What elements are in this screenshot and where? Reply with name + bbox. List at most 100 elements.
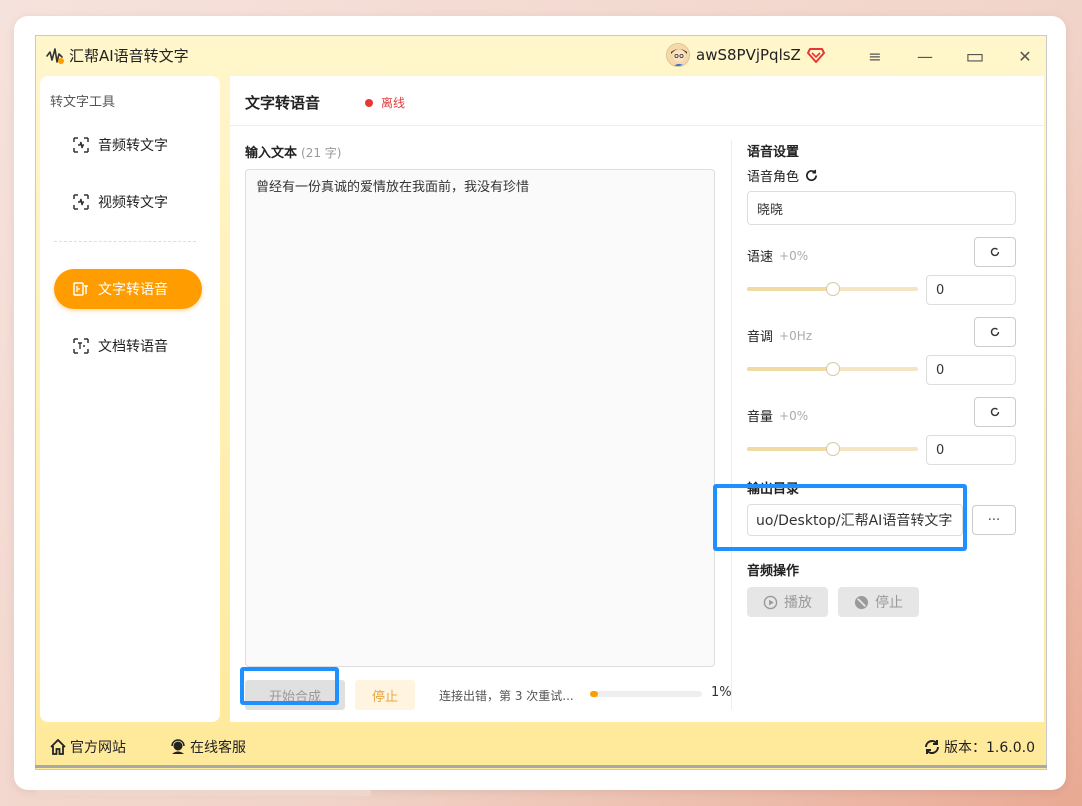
speed-hint: +0% [779,248,809,263]
pitch-slider-thumb[interactable] [825,362,840,376]
speed-value-input[interactable]: 0 [926,275,1016,305]
window-bottom-edge [35,765,1047,768]
user-info[interactable]: awS8PVjPqlsZ [666,43,825,67]
stop-icon [854,595,869,609]
audio-to-text-icon [73,137,89,153]
audio-stop-label: 停止 [875,595,903,611]
speed-slider-fill [747,287,833,291]
progress-status-text: 连接出错，第 3 次重试... [439,689,574,703]
output-dir-input[interactable]: uo/Desktop/汇帮AI语音转文字 [747,504,963,536]
online-support-label: 在线客服 [190,740,246,756]
avatar[interactable] [666,43,690,67]
official-website-label: 官方网站 [70,740,126,756]
page-title: 文字转语音 [245,94,321,112]
app-title-text: 汇帮AI语音转文字 [69,47,189,65]
volume-value-input[interactable]: 0 [926,435,1016,465]
sidebar-item-video-to-text[interactable]: 视频转文字 [54,182,202,222]
status-text: 离线 [381,96,406,110]
sidebar-item-document-to-speech[interactable]: 文档转语音 [54,326,202,366]
version-info[interactable]: 版本：1.6.0.0 [924,737,1035,757]
reset-icon [990,247,1000,257]
voice-label: 语音角色 [747,166,818,185]
close-icon[interactable]: ✕ [1014,45,1036,67]
sidebar-item-text-to-speech[interactable]: 文字转语音 [54,269,202,309]
title-bar: 汇帮AI语音转文字 awS8PVjPqlsZ ≡ — ▭ ✕ [36,36,1046,76]
reset-icon [990,327,1000,337]
input-label-text: 输入文本 [245,146,298,161]
maximize-icon[interactable]: ▭ [964,44,986,68]
reset-icon [990,407,1000,417]
speed-slider[interactable] [747,282,918,296]
sidebar-item-label: 文字转语音 [98,282,168,298]
online-support-link[interactable]: 在线客服 [170,737,246,757]
pitch-hint: +0Hz [779,328,813,343]
speed-slider-thumb[interactable] [825,282,840,296]
start-synthesis-button[interactable]: 开始合成 [245,680,345,710]
volume-label: 音量 +0% [747,406,809,426]
text-input-area[interactable] [245,169,715,667]
sidebar: 转文字工具 音频转文字 视频转文字 文字转语音 文档转语音 [40,76,220,722]
play-label: 播放 [784,595,812,611]
browse-button[interactable]: ··· [972,505,1016,535]
update-icon [925,740,939,754]
progress-percent: 1% [711,685,732,700]
sidebar-item-label: 视频转文字 [98,195,168,211]
avatar-icon [667,44,689,66]
version-label: 版本：1.6.0.0 [944,740,1035,756]
app-logo-icon [46,47,64,64]
menu-icon[interactable]: ≡ [864,45,886,67]
play-button[interactable]: 播放 [747,587,828,617]
speed-label: 语速 +0% [747,246,809,266]
sidebar-item-audio-to-text[interactable]: 音频转文字 [54,125,202,165]
audio-ops-title: 音频操作 [747,564,800,579]
pitch-reset-button[interactable] [974,317,1016,347]
status-badge: 离线 [365,94,405,111]
voice-select[interactable]: 晓晓 [747,191,1016,225]
pitch-slider-fill [747,367,833,371]
footer: 官方网站 在线客服 版本：1.6.0.0 [36,732,1046,762]
background-strip [36,790,371,796]
vip-icon[interactable] [806,46,825,64]
pitch-value-input[interactable]: 0 [926,355,1016,385]
audio-stop-button[interactable]: 停止 [838,587,919,617]
username: awS8PVjPqlsZ [696,46,801,64]
pitch-label-text: 音调 [747,330,774,345]
support-icon [171,739,185,754]
stop-button[interactable]: 停止 [355,680,415,710]
output-dir-label: 输出目录 [747,482,800,497]
document-to-speech-icon [73,338,89,354]
sidebar-item-label: 文档转语音 [98,339,168,355]
main-panel: 文字转语音 离线 输入文本(21 字) 开始合成 停止 连接出错，第 3 次重试… [230,76,1044,722]
app-title: 汇帮AI语音转文字 [45,45,189,66]
video-to-text-icon [73,194,89,210]
speed-reset-button[interactable] [974,237,1016,267]
pitch-label: 音调 +0Hz [747,326,813,346]
home-icon [50,739,66,755]
action-row: 开始合成 停止 连接出错，第 3 次重试... 1% [245,679,735,710]
volume-reset-button[interactable] [974,397,1016,427]
refresh-icon[interactable] [805,169,818,182]
official-website-link[interactable]: 官方网站 [50,737,126,757]
sidebar-title: 转文字工具 [50,95,116,110]
panel-divider [731,140,732,710]
minimize-icon[interactable]: — [914,45,936,67]
play-icon [763,595,778,609]
sidebar-divider [54,241,196,242]
pitch-slider[interactable] [747,362,918,376]
volume-slider-fill [747,447,833,451]
voice-label-text: 语音角色 [747,170,800,185]
progress-bar [590,691,702,697]
app-window: 汇帮AI语音转文字 awS8PVjPqlsZ ≡ — ▭ ✕ 转文字工具 音频转… [35,35,1047,770]
input-label: 输入文本 (21 字) [245,142,341,161]
volume-label-text: 音量 [747,410,774,425]
volume-hint: +0% [779,408,809,423]
speed-label-text: 语速 [747,250,774,265]
progress-fill [590,691,598,697]
volume-slider-thumb[interactable] [825,442,840,456]
status-dot-icon [365,98,373,107]
volume-slider[interactable] [747,442,918,456]
text-to-speech-icon [73,282,88,296]
settings-title: 语音设置 [747,145,800,160]
main-header: 文字转语音 离线 [230,76,1044,126]
char-count: (21 字) [301,146,342,160]
